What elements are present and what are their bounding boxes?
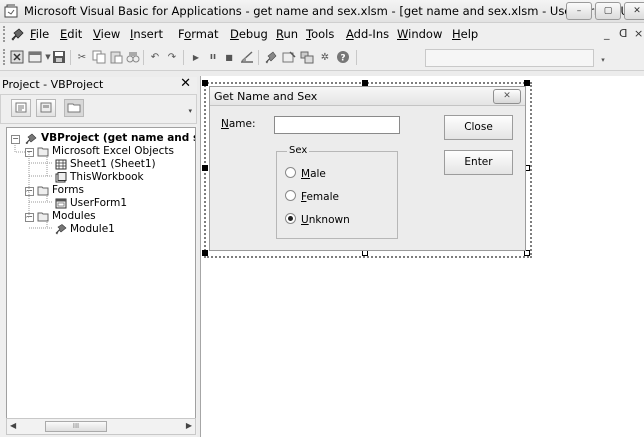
project-explorer-close-icon[interactable]: ✕: [180, 76, 191, 91]
undo-icon[interactable]: ↶: [148, 50, 162, 64]
toolbar-grip[interactable]: [3, 49, 8, 65]
toolbar-separator: [143, 50, 144, 65]
properties-icon[interactable]: [282, 50, 296, 64]
menu-format[interactable]: Format: [178, 27, 219, 41]
run-icon[interactable]: ▶: [189, 50, 203, 64]
radio-female[interactable]: [285, 190, 296, 201]
userform-titlebar: Get Name and Sex ✕: [210, 87, 525, 106]
menu-add-ins[interactable]: Add-Ins: [346, 27, 389, 41]
sex-frame[interactable]: Sex Male Female Unknown: [276, 145, 398, 239]
close-button[interactable]: ✕: [624, 2, 644, 20]
standard-toolbar: ▼ ✂ ↶ ↷ ▶ ıı ■ ✲ ? ▾: [0, 45, 644, 71]
project-explorer-toolbar: ▾: [0, 94, 197, 124]
project-explorer-titlebar: Project - VBProject ✕: [0, 76, 197, 92]
toggle-folders-button[interactable]: [64, 99, 84, 117]
mdi-minimize-button[interactable]: _: [604, 27, 610, 40]
option-unknown[interactable]: Unknown: [285, 213, 350, 226]
menu-help[interactable]: Help: [452, 27, 478, 41]
sex-frame-caption: Sex: [287, 145, 310, 156]
tree-connectors: [14, 143, 53, 229]
menu-run[interactable]: Run: [276, 27, 298, 41]
view-code-icon: [15, 102, 27, 113]
find-icon[interactable]: [126, 50, 140, 64]
toolbar-separator: [183, 50, 184, 65]
toolbar-separator: [258, 50, 259, 65]
scroll-right-icon[interactable]: ▶: [186, 421, 192, 430]
minimize-button[interactable]: –: [566, 2, 592, 20]
scroll-thumb[interactable]: III: [45, 421, 107, 432]
menu-file[interactable]: File: [30, 27, 49, 41]
resize-handle-bottom-left: [202, 250, 208, 256]
menu-tools[interactable]: Tools: [306, 27, 334, 41]
option-female[interactable]: Female: [285, 190, 339, 203]
title-bar: Microsoft Visual Basic for Applications …: [0, 0, 644, 23]
vba-menu-icon[interactable]: [10, 26, 26, 42]
redo-icon[interactable]: ↷: [165, 50, 179, 64]
toolbar-separator: [70, 50, 71, 65]
paste-icon[interactable]: [109, 50, 123, 64]
folder-icon: [67, 103, 81, 113]
resize-handle-left: [202, 165, 208, 171]
view-object-button[interactable]: [36, 99, 56, 117]
project-explorer-icon[interactable]: [264, 50, 278, 64]
toolbar-overflow-icon[interactable]: ▾: [188, 107, 192, 115]
name-label[interactable]: Name:: [221, 118, 256, 130]
copy-icon[interactable]: [92, 50, 106, 64]
name-textbox[interactable]: [274, 116, 400, 134]
menu-window[interactable]: Window: [397, 27, 442, 41]
menubar-grip[interactable]: [3, 26, 8, 42]
toolbar-options-icon[interactable]: ▾: [596, 53, 610, 67]
project-explorer-pane: Project - VBProject ✕ ▾ − VBProject (get…: [0, 76, 197, 437]
userform-close-icon[interactable]: ✕: [493, 89, 521, 104]
excel-view-icon[interactable]: [10, 50, 24, 64]
help-icon[interactable]: ?: [336, 50, 350, 64]
reset-icon[interactable]: ■: [222, 50, 236, 64]
line-column-indicator: [425, 49, 594, 67]
project-tree: − VBProject (get name and sex.xlsm) − Mi…: [6, 127, 196, 419]
scroll-left-icon[interactable]: ◀: [10, 421, 16, 430]
restore-button[interactable]: ▢: [595, 2, 621, 20]
menu-edit[interactable]: Edit: [60, 27, 82, 41]
toolbar-separator: [356, 50, 357, 65]
svg-text:?: ?: [340, 54, 345, 64]
menu-insert[interactable]: Insert: [130, 27, 163, 41]
window-title: Microsoft Visual Basic for Applications …: [24, 4, 644, 18]
window-controls: – ▢ ✕: [566, 2, 644, 20]
menu-view[interactable]: View: [93, 27, 120, 41]
option-male[interactable]: Male: [285, 167, 326, 180]
save-icon[interactable]: [52, 50, 66, 64]
view-code-button[interactable]: [11, 99, 31, 117]
design-mode-icon[interactable]: [240, 50, 254, 64]
toolbox-icon[interactable]: ✲: [318, 50, 332, 64]
insert-userform-icon[interactable]: [28, 50, 42, 64]
userform-caption: Get Name and Sex: [214, 90, 318, 103]
mdi-restore-button[interactable]: ᗡ: [619, 27, 627, 40]
break-icon[interactable]: ıı: [206, 50, 220, 64]
menu-bar: File Edit View Insert Format Debug Run T…: [0, 23, 644, 45]
close-form-button[interactable]: Close: [444, 115, 513, 140]
radio-male[interactable]: [285, 167, 296, 178]
vba-app-icon: [4, 4, 18, 18]
view-object-icon: [40, 102, 52, 113]
resize-handle-top-left: [202, 80, 208, 86]
project-tree-hscrollbar[interactable]: ◀ III ▶: [6, 418, 196, 435]
object-browser-icon[interactable]: [300, 50, 314, 64]
cut-icon[interactable]: ✂: [75, 50, 89, 64]
vba-editor-window: Microsoft Visual Basic for Applications …: [0, 0, 644, 437]
radio-unknown[interactable]: [285, 213, 296, 224]
userform-get-name-and-sex[interactable]: Get Name and Sex ✕ Name: Close Enter Sex…: [209, 86, 526, 251]
enter-button[interactable]: Enter: [444, 150, 513, 175]
mdi-close-button[interactable]: ×: [634, 27, 643, 40]
menu-debug[interactable]: Debug: [230, 27, 268, 41]
project-explorer-title: Project - VBProject: [2, 78, 104, 91]
